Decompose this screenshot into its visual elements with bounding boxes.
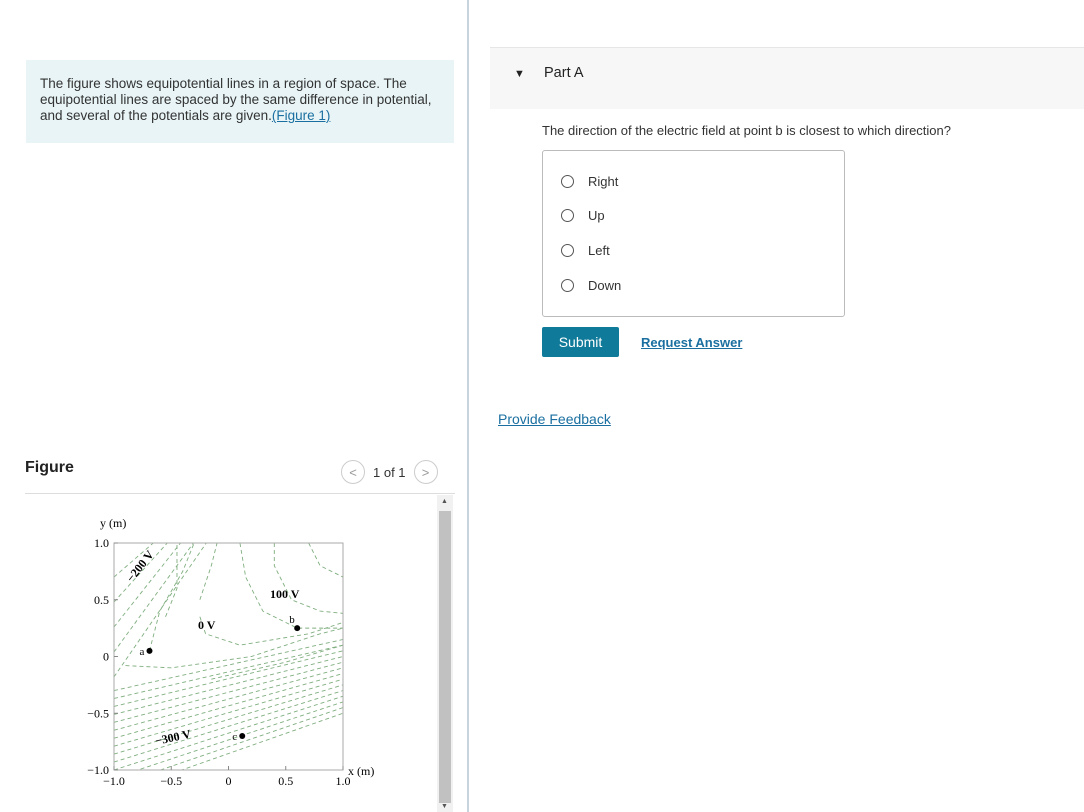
equipotential-line [211, 644, 343, 680]
figure-pager: < 1 of 1 > [341, 460, 438, 484]
point-a [146, 647, 153, 654]
y-tick-label: 0 [103, 650, 109, 664]
pager-text: 1 of 1 [373, 464, 406, 480]
equipotential-line [199, 543, 218, 600]
equipotential-line [149, 543, 195, 651]
part-a-header[interactable]: ▼ Part A [490, 47, 1084, 109]
point-b [294, 625, 301, 632]
label-minus300: −300 V [154, 727, 193, 748]
figure-title: Figure [25, 459, 74, 476]
provide-feedback-link[interactable]: Provide Feedback [498, 411, 611, 427]
y-tick-label: 0.5 [94, 593, 109, 607]
x-axis-label: x (m) [348, 764, 374, 778]
choice-left[interactable]: Left [561, 243, 610, 258]
radio-up[interactable] [561, 209, 574, 222]
label-100: 100 V [270, 587, 300, 601]
request-answer-link[interactable]: Request Answer [641, 335, 742, 350]
equipotential-line [114, 695, 343, 770]
equipotential-line [199, 616, 343, 646]
radio-left[interactable] [561, 244, 574, 257]
equipotential-line [114, 650, 343, 707]
figure-divider [25, 493, 455, 494]
y-tick-label: 1.0 [94, 536, 109, 550]
equipotential-line [114, 690, 343, 763]
y-tick-label: −0.5 [87, 706, 109, 720]
x-tick-label: 1.0 [336, 774, 351, 788]
scrollbar-thumb[interactable] [439, 511, 451, 803]
equipotential-figure: y (m) x (m) −1.01.0−0.50.5000.5−0.51.0−1… [87, 516, 374, 788]
label-minus200: −200 V [123, 547, 157, 584]
radio-down[interactable] [561, 279, 574, 292]
panel-divider[interactable] [467, 0, 469, 812]
radio-right[interactable] [561, 175, 574, 188]
chevron-left-icon[interactable]: < [341, 460, 365, 484]
problem-intro: The figure shows equipotential lines in … [26, 60, 454, 143]
equipotential-line [273, 543, 343, 614]
caret-down-icon[interactable]: ▼ [514, 68, 525, 80]
submit-button[interactable]: Submit [542, 327, 619, 357]
figure-link[interactable]: (Figure 1) [272, 108, 331, 123]
choice-label: Up [588, 208, 605, 223]
question-text: The direction of the electric field at p… [542, 123, 951, 138]
chevron-right-icon[interactable]: > [413, 460, 438, 484]
choice-right[interactable]: Right [561, 174, 618, 189]
point-label-a: a [139, 646, 144, 658]
figure-scrollbar[interactable]: ▲ ▼ [437, 495, 453, 812]
point-label-b: b [289, 614, 295, 626]
x-tick-label: −0.5 [160, 774, 182, 788]
point-label-c: c [232, 731, 237, 743]
label-0: 0 V [198, 618, 216, 632]
choice-label: Left [588, 243, 610, 258]
equipotential-line [114, 639, 343, 691]
choice-up[interactable]: Up [561, 208, 605, 223]
choice-label: Right [588, 174, 619, 189]
part-a-title: Part A [544, 65, 584, 81]
equipotential-line [114, 667, 343, 731]
scroll-up-icon[interactable]: ▲ [441, 498, 448, 505]
choice-label: Down [588, 278, 622, 293]
y-axis-label: y (m) [100, 516, 126, 530]
y-tick-label: −1.0 [87, 763, 109, 777]
point-c [239, 732, 246, 739]
intro-text: The figure shows equipotential lines in … [40, 76, 432, 123]
equipotential-line [125, 627, 343, 669]
equipotential-line [114, 678, 343, 747]
answer-choices: Right Up Left Down [542, 150, 845, 317]
scroll-down-icon[interactable]: ▼ [441, 803, 448, 810]
x-tick-label: 0 [226, 774, 232, 788]
choice-down[interactable]: Down [561, 278, 621, 293]
x-tick-label: 0.5 [278, 774, 293, 788]
equipotential-line [308, 543, 343, 578]
equipotential-line [114, 543, 195, 653]
